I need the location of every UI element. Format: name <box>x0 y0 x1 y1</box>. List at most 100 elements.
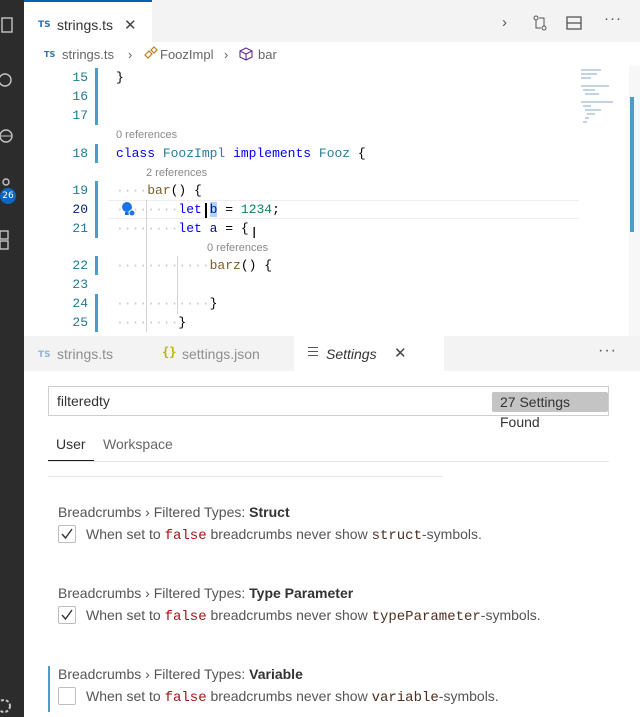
codelens-references[interactable]: 0 references <box>116 129 177 141</box>
code-line-18: class FoozImpl implements Fooz { <box>116 146 366 161</box>
tab-label: settings.json <box>182 346 260 362</box>
line-number: 22 <box>72 258 88 273</box>
code-text: = { <box>225 221 249 236</box>
gutter-change-marker[interactable] <box>95 256 98 275</box>
close-icon[interactable]: ✕ <box>124 16 137 34</box>
split-editor-icon[interactable] <box>566 14 582 35</box>
tab-label: Settings <box>326 346 377 362</box>
gutter-change-marker[interactable] <box>95 181 98 238</box>
line-number: 20 <box>72 202 88 217</box>
settings-scope-tabs: User Workspace <box>48 426 609 462</box>
setting-item-type-parameter: Breadcrumbs › Filtered Types: Type Param… <box>48 585 608 645</box>
debug-icon[interactable] <box>0 124 24 148</box>
tab-bar: TS strings.ts ✕ › ··· <box>24 0 640 48</box>
tab-settings-json[interactable]: {} settings.json <box>146 336 294 371</box>
keyword: class <box>116 146 156 161</box>
typescript-icon: TS <box>38 350 51 360</box>
function-name: barz <box>209 258 241 273</box>
explorer-icon[interactable] <box>0 14 24 38</box>
more-actions-icon[interactable]: ··· <box>604 10 622 27</box>
json-icon: {} <box>162 345 177 359</box>
run-chevron-icon[interactable]: › <box>502 14 507 31</box>
tab-bar: TS strings.ts {} settings.json Settings … <box>24 336 640 371</box>
class-icon <box>142 46 158 65</box>
code-line-25: ········} <box>116 315 187 330</box>
line-number: 16 <box>72 89 88 104</box>
line-number: 24 <box>72 296 88 311</box>
variable-name: b <box>209 202 218 217</box>
setting-item-variable: Breadcrumbs › Filtered Types: Variable W… <box>48 666 608 712</box>
breadcrumb-file[interactable]: strings.ts <box>62 47 114 62</box>
line-number: 15 <box>72 70 88 85</box>
code-line-24: ············} <box>116 296 218 311</box>
keyword: implements <box>233 146 312 161</box>
divider <box>48 476 443 477</box>
settings-search-input[interactable] <box>57 392 457 410</box>
brace: { <box>357 146 366 161</box>
brace: } <box>209 296 218 311</box>
setting-item-struct: Breadcrumbs › Filtered Types: Struct Whe… <box>48 504 608 564</box>
breadcrumb: TS strings.ts › FoozImpl › bar <box>24 42 640 66</box>
setting-checkbox[interactable] <box>58 525 76 543</box>
settings-menu-icon <box>308 347 318 359</box>
setting-description: When set to false breadcrumbs never show… <box>86 607 541 625</box>
keyword: let <box>178 221 202 236</box>
compare-changes-icon[interactable] <box>532 14 548 35</box>
line-number: 21 <box>72 221 88 236</box>
typescript-icon: TS <box>44 50 56 59</box>
tab-user[interactable]: User <box>56 436 86 452</box>
tab-workspace[interactable]: Workspace <box>103 436 173 452</box>
breadcrumb-separator: › <box>224 47 229 62</box>
extensions-icon[interactable] <box>0 228 24 252</box>
settings-search-box[interactable]: 27 Settings Found <box>48 386 609 430</box>
codelens-references[interactable]: 0 references <box>207 242 268 254</box>
tab-label: strings.ts <box>57 346 114 362</box>
variable-name: a <box>209 221 218 236</box>
keyword: let <box>178 202 202 217</box>
method-icon <box>238 46 254 65</box>
manage-gear-icon[interactable] <box>0 694 24 717</box>
close-icon[interactable]: ✕ <box>394 344 407 362</box>
setting-checkbox[interactable] <box>58 606 76 624</box>
breadcrumb-class[interactable]: FoozImpl <box>160 47 213 62</box>
breadcrumb-separator: › <box>128 47 133 62</box>
active-tab-underline <box>48 460 94 461</box>
editor-group-top: TS strings.ts ✕ › ··· TS strings.ts › Fo… <box>24 0 640 336</box>
notification-badge: 26 <box>0 188 16 204</box>
lightbulb-icon[interactable] <box>120 201 136 222</box>
typescript-icon: TS <box>38 20 51 30</box>
gutter-change-marker[interactable] <box>95 144 98 163</box>
codelens-references[interactable]: 2 references <box>146 167 207 179</box>
line-number: 23 <box>72 277 88 292</box>
tab-label: strings.ts <box>57 17 114 33</box>
line-number: 19 <box>72 183 88 198</box>
code-line-21: ········let a = { <box>116 221 249 236</box>
code-line-22: ············barz() { <box>116 258 273 273</box>
editor-group-bottom: TS strings.ts {} settings.json Settings … <box>24 336 640 717</box>
tab-settings[interactable]: Settings ✕ <box>294 336 444 371</box>
gutter-change-marker[interactable] <box>95 68 98 125</box>
code-text: () { <box>170 183 202 198</box>
function-name: bar <box>147 183 171 198</box>
search-icon[interactable] <box>0 68 24 92</box>
setting-description: When set to false breadcrumbs never show… <box>86 526 482 544</box>
line-number: 17 <box>72 108 88 123</box>
ibeam-cursor-icon: I <box>252 224 257 242</box>
setting-title: Breadcrumbs › Filtered Types: Type Param… <box>58 585 354 601</box>
interface-name: Fooz <box>318 146 351 161</box>
code-line-20: ········let b = 1234; <box>116 202 280 217</box>
settings-count-badge: 27 Settings Found <box>492 392 608 430</box>
minimap[interactable] <box>579 66 629 136</box>
tab-strings-ts[interactable]: TS strings.ts ✕ <box>24 0 152 48</box>
setting-checkbox[interactable] <box>58 687 76 705</box>
setting-title: Breadcrumbs › Filtered Types: Struct <box>58 504 290 520</box>
line-number: 18 <box>72 146 88 161</box>
scrollbar-thumb[interactable] <box>630 97 634 232</box>
more-actions-icon[interactable]: ··· <box>598 342 617 360</box>
line-number: 25 <box>72 315 88 330</box>
activity-bar: 26 <box>0 0 24 717</box>
tab-strings-ts[interactable]: TS strings.ts <box>24 336 146 371</box>
gutter-change-marker[interactable] <box>95 294 98 332</box>
breadcrumb-method[interactable]: bar <box>258 47 277 62</box>
operator: = <box>225 202 234 217</box>
